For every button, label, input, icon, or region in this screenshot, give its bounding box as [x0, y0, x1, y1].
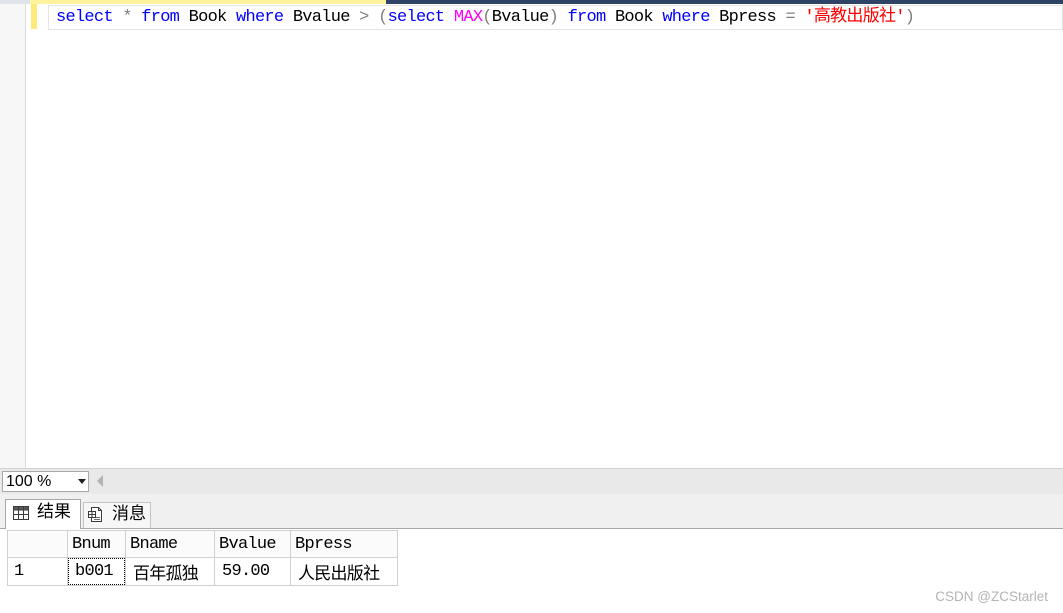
watermark: CSDN @ZCStarlet	[935, 589, 1048, 604]
column-header[interactable]: Bvalue	[214, 530, 291, 558]
scroll-left-button[interactable]	[94, 472, 106, 490]
row-number-header[interactable]: 1	[7, 557, 68, 586]
sql-keyword: where	[662, 8, 710, 27]
zoom-value: 100 %	[6, 473, 52, 490]
column-header-label: Bname	[130, 534, 178, 554]
grid-cell[interactable]: 59.00	[214, 557, 291, 586]
sql-keyword: where	[236, 8, 284, 27]
grid-cell-value: 人民出版社	[298, 565, 380, 585]
column-header-label: Bnum	[72, 534, 111, 554]
sql-keyword: from	[567, 8, 607, 27]
grid-cell[interactable]: 人民出版社	[290, 557, 398, 586]
sql-identifier: Book	[179, 8, 236, 27]
editor-zoom-bar: 100 %	[0, 468, 1063, 494]
code-line[interactable]: select * from Book where Bvalue > ( sele…	[56, 5, 915, 30]
column-header-label: Bvalue	[219, 534, 277, 554]
sql-identifier: Bvalue	[283, 8, 360, 27]
table-row: 1 b001 百年孤独 59.00 人民出版社	[7, 557, 398, 586]
sql-operator: (	[482, 8, 492, 27]
grid-corner-header[interactable]	[7, 530, 68, 558]
chevron-down-icon[interactable]	[78, 479, 86, 484]
editor-selection-margin	[0, 4, 26, 468]
tab-results-label: 结果	[37, 502, 71, 521]
sql-operator: )	[904, 8, 915, 27]
sql-operator: =	[785, 8, 805, 27]
column-header-label: Bpress	[295, 534, 353, 554]
row-number: 1	[14, 562, 24, 581]
grid-icon	[13, 506, 29, 520]
cell-focus-indicator	[68, 558, 125, 585]
sql-string-literal: '高教出版社'	[804, 8, 905, 27]
zoom-dropdown[interactable]: 100 %	[2, 471, 89, 492]
grid-cell-value: 59.00	[222, 562, 270, 581]
arrow-left-icon	[97, 475, 103, 487]
tab-messages-label: 消息	[112, 504, 146, 523]
unsaved-change-marker	[31, 4, 37, 29]
horizontal-scrollbar-track[interactable]	[108, 471, 1063, 492]
results-tab-strip: 结果 消息	[0, 494, 1063, 529]
sql-keyword: select	[56, 8, 114, 27]
sql-identifier: Bvalue	[491, 8, 550, 27]
results-grid: Bnum Bname Bvalue Bpress 1 b001 百年孤独 59.…	[7, 530, 398, 586]
grid-cell-value: 百年孤独	[133, 565, 199, 585]
sql-identifier: Bpress	[709, 8, 786, 27]
sql-operator: > (	[359, 8, 388, 27]
sql-operator: *	[112, 8, 142, 27]
column-header[interactable]: Bpress	[290, 530, 398, 558]
tab-results[interactable]: 结果	[5, 499, 81, 529]
column-header[interactable]: Bname	[125, 530, 215, 558]
query-editor[interactable]: select * from Book where Bvalue > ( sele…	[0, 4, 1063, 468]
tab-messages[interactable]: 消息	[83, 502, 151, 528]
results-pane: Bnum Bname Bvalue Bpress 1 b001 百年孤独 59.…	[0, 528, 1063, 613]
column-header[interactable]: Bnum	[67, 530, 126, 558]
grid-header-row: Bnum Bname Bvalue Bpress	[7, 530, 398, 558]
sql-function: MAX	[453, 8, 483, 27]
sql-operator: )	[548, 8, 568, 27]
sql-identifier: Book	[605, 8, 663, 27]
grid-cell[interactable]: 百年孤独	[125, 557, 215, 586]
message-icon	[88, 507, 102, 522]
sql-keyword: select	[387, 8, 454, 27]
sql-keyword: from	[141, 8, 180, 27]
grid-cell-focused[interactable]: b001	[67, 557, 126, 586]
